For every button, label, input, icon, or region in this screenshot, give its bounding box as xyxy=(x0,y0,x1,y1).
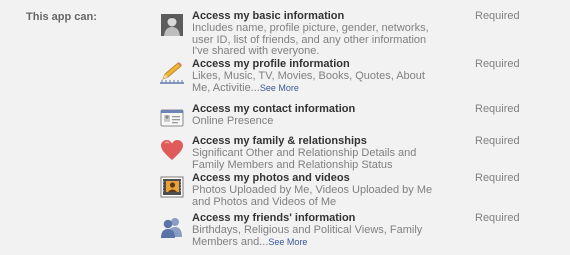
permission-family-relationships: Access my family & relationships Signifi… xyxy=(158,135,558,172)
permission-description: Includes name, profile picture, gender, … xyxy=(192,22,429,57)
heart-icon xyxy=(158,136,186,164)
permission-basic-info: Access my basic information Includes nam… xyxy=(158,10,558,58)
permission-friends-info: Access my friends' information Birthdays… xyxy=(158,212,558,248)
section-label: This app can: xyxy=(26,11,97,23)
permission-description: Birthdays, Religious and Political Views… xyxy=(192,224,442,248)
friends-icon xyxy=(158,213,186,241)
see-more-link[interactable]: See More xyxy=(268,237,307,247)
permission-description-text: Likes, Music, TV, Movies, Books, Quotes,… xyxy=(192,70,425,94)
permission-contact-info: Access my contact information Online Pre… xyxy=(158,103,558,135)
avatar-icon xyxy=(158,11,186,39)
required-label: Required xyxy=(475,58,520,70)
see-more-link[interactable]: See More xyxy=(260,83,299,93)
photos-icon xyxy=(158,173,186,201)
permission-description: Photos Uploaded by Me, Videos Uploaded b… xyxy=(192,184,433,208)
permission-description: Significant Other and Relationship Detai… xyxy=(192,147,417,171)
pencil-icon xyxy=(158,59,186,87)
permission-list: Access my basic information Includes nam… xyxy=(158,10,558,248)
required-label: Required xyxy=(475,212,520,224)
contact-card-icon xyxy=(158,104,186,132)
required-label: Required xyxy=(475,103,520,115)
permission-photos-videos: Access my photos and videos Photos Uploa… xyxy=(158,172,558,212)
permission-profile-info: Access my profile information Likes, Mus… xyxy=(158,58,558,103)
permission-description: Online Presence xyxy=(192,115,274,127)
required-label: Required xyxy=(475,135,520,147)
permission-description: Likes, Music, TV, Movies, Books, Quotes,… xyxy=(192,70,442,94)
required-label: Required xyxy=(475,10,520,22)
required-label: Required xyxy=(475,172,520,184)
